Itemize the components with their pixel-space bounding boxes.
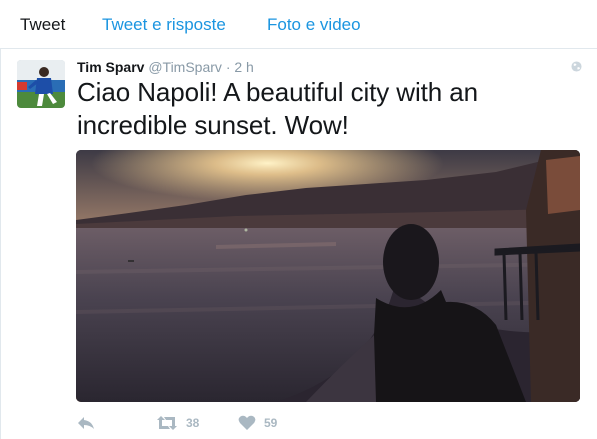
retweet-icon [157, 416, 177, 430]
sunset-photo [76, 150, 580, 402]
tweet-timestamp[interactable]: 2 h [234, 59, 253, 75]
like-button[interactable]: 59 [238, 411, 277, 435]
globe-icon [571, 61, 582, 72]
tab-tweets-and-replies[interactable]: Tweet e risposte [102, 0, 226, 48]
author-handle[interactable]: @TimSparv [148, 59, 222, 75]
retweet-count: 38 [186, 416, 200, 430]
tab-tweet[interactable]: Tweet [20, 0, 65, 48]
like-count: 59 [264, 416, 278, 430]
separator: · [225, 59, 231, 75]
tweet-photo[interactable] [76, 150, 580, 402]
avatar[interactable] [17, 60, 65, 108]
reply-button[interactable] [76, 411, 96, 435]
tab-photos-and-videos[interactable]: Foto e video [267, 0, 361, 48]
heart-icon [238, 415, 256, 430]
profile-tabs: Tweet Tweet e risposte Foto e video [0, 0, 597, 49]
retweet-button[interactable]: 38 [156, 411, 199, 435]
tweet-card[interactable]: Tim Sparv @TimSparv · 2 h Ciao Napoli! A… [0, 49, 597, 439]
tweet-header: Tim Sparv @TimSparv · 2 h [77, 58, 254, 76]
avatar-image [17, 60, 65, 108]
author-name[interactable]: Tim Sparv [77, 59, 144, 75]
reply-icon [78, 417, 94, 429]
tweet-text: Ciao Napoli! A beautiful city with an in… [77, 77, 478, 140]
